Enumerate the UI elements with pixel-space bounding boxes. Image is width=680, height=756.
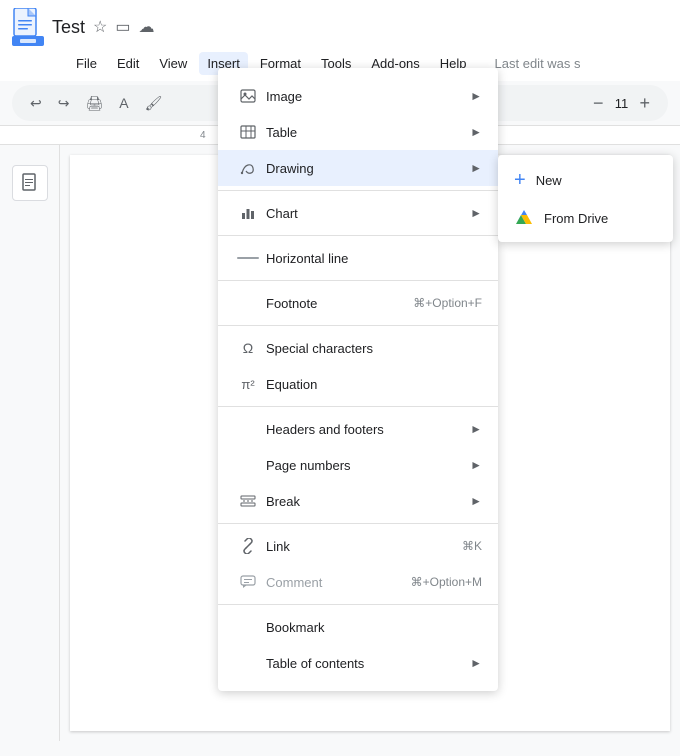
redo-btn[interactable]: ↪	[52, 91, 76, 116]
sidebar-doc-icon[interactable]	[12, 165, 48, 201]
menu-section-navigation: Headers and footers ► Page numbers ► Bre…	[218, 407, 498, 524]
horizontal-line-icon	[234, 257, 262, 259]
page-numbers-arrow: ►	[470, 458, 482, 472]
cloud-icon[interactable]: ☁	[138, 17, 154, 37]
table-icon	[234, 124, 262, 140]
menu-item-horizontal-line[interactable]: Horizontal line	[218, 240, 498, 276]
menu-section-hline: Horizontal line	[218, 236, 498, 281]
image-label: Image	[266, 89, 466, 104]
print-btn[interactable]: 🖨	[79, 91, 109, 116]
font-size-increase-btn[interactable]: +	[633, 89, 656, 118]
insert-dropdown-menu: Image ► Table ► Drawing ► Chart ►	[218, 68, 498, 691]
paint-btn[interactable]: 🖌	[139, 91, 169, 116]
headers-footers-arrow: ►	[470, 422, 482, 436]
drawing-submenu-drive[interactable]: From Drive	[498, 200, 673, 236]
break-icon	[234, 493, 262, 509]
font-size-value: 11	[611, 96, 631, 111]
link-label: Link	[266, 539, 454, 554]
font-size-decrease-btn[interactable]: −	[587, 89, 610, 118]
chart-arrow: ►	[470, 206, 482, 220]
folder-icon[interactable]: ▭	[115, 17, 130, 37]
menu-item-break[interactable]: Break ►	[218, 483, 498, 519]
menu-section-special: Ω Special characters π² Equation	[218, 326, 498, 407]
new-drawing-label: New	[536, 173, 562, 188]
menu-section-footnote: Footnote ⌘+Option+F	[218, 281, 498, 326]
menu-section-media: Image ► Table ► Drawing ►	[218, 74, 498, 191]
footnote-shortcut: ⌘+Option+F	[413, 296, 482, 310]
new-drawing-icon: +	[514, 169, 526, 192]
menu-item-chart[interactable]: Chart ►	[218, 195, 498, 231]
menu-item-page-numbers[interactable]: Page numbers ►	[218, 447, 498, 483]
undo-btn[interactable]: ↩	[24, 91, 48, 116]
drawing-label: Drawing	[266, 161, 466, 176]
sidebar	[0, 145, 60, 741]
menu-item-file[interactable]: File	[68, 52, 105, 75]
last-edit-text: Last edit was s	[487, 52, 589, 75]
menu-item-table[interactable]: Table ►	[218, 114, 498, 150]
chart-icon	[234, 205, 262, 221]
menu-item-bookmark[interactable]: Bookmark	[218, 609, 498, 645]
menu-item-edit[interactable]: Edit	[109, 52, 147, 75]
menu-item-comment[interactable]: Comment ⌘+Option+M	[218, 564, 498, 600]
horizontal-line-label: Horizontal line	[266, 251, 482, 266]
doc-icon	[12, 8, 44, 46]
menu-section-links: Link ⌘K Comment ⌘+Option+M	[218, 524, 498, 605]
equation-icon: π²	[234, 377, 262, 392]
break-arrow: ►	[470, 494, 482, 508]
from-drive-label: From Drive	[544, 211, 608, 226]
drawing-arrow: ►	[470, 161, 482, 175]
comment-label: Comment	[266, 575, 403, 590]
link-icon	[234, 538, 262, 554]
toc-label: Table of contents	[266, 656, 466, 671]
menu-section-bookmark: Bookmark Table of contents ►	[218, 605, 498, 685]
star-icon[interactable]: ☆	[93, 17, 107, 37]
menu-item-equation[interactable]: π² Equation	[218, 366, 498, 402]
table-label: Table	[266, 125, 466, 140]
toc-arrow: ►	[470, 656, 482, 670]
doc-title[interactable]: Test	[52, 17, 85, 38]
image-arrow: ►	[470, 89, 482, 103]
comment-shortcut: ⌘+Option+M	[411, 575, 482, 589]
drawing-icon	[234, 160, 262, 176]
menu-section-chart: Chart ►	[218, 191, 498, 236]
menu-item-image[interactable]: Image ►	[218, 78, 498, 114]
chart-label: Chart	[266, 206, 466, 221]
bookmark-label: Bookmark	[266, 620, 482, 635]
equation-label: Equation	[266, 377, 482, 392]
menu-item-footnote[interactable]: Footnote ⌘+Option+F	[218, 285, 498, 321]
menu-item-link[interactable]: Link ⌘K	[218, 528, 498, 564]
page-numbers-label: Page numbers	[266, 458, 466, 473]
special-chars-icon: Ω	[234, 340, 262, 356]
title-row: Test ☆ ▭ ☁	[12, 8, 668, 46]
drive-icon	[514, 208, 534, 228]
comment-icon	[234, 574, 262, 590]
title-icons: ☆ ▭ ☁	[93, 17, 154, 37]
link-shortcut: ⌘K	[462, 539, 482, 553]
table-arrow: ►	[470, 125, 482, 139]
menu-item-toc[interactable]: Table of contents ►	[218, 645, 498, 681]
break-label: Break	[266, 494, 466, 509]
special-chars-label: Special characters	[266, 341, 482, 356]
menu-item-headers-footers[interactable]: Headers and footers ►	[218, 411, 498, 447]
menu-item-view[interactable]: View	[151, 52, 195, 75]
drawing-submenu-new[interactable]: + New	[498, 161, 673, 200]
headers-footers-label: Headers and footers	[266, 422, 466, 437]
image-icon	[234, 88, 262, 104]
spellcheck-btn[interactable]: A	[113, 91, 134, 115]
drawing-submenu: + New From Drive	[498, 155, 673, 242]
menu-item-special-chars[interactable]: Ω Special characters	[218, 330, 498, 366]
menu-item-drawing[interactable]: Drawing ►	[218, 150, 498, 186]
footnote-label: Footnote	[266, 296, 405, 311]
